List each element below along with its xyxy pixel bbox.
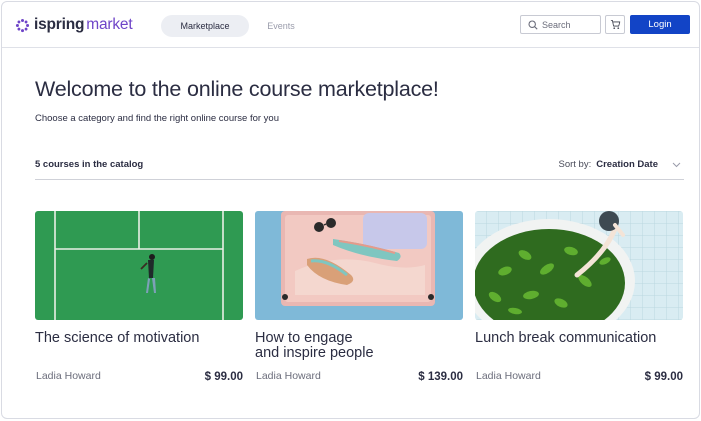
search-icon — [528, 19, 538, 30]
course-author: Ladia Howard — [256, 370, 321, 382]
chevron-down-icon — [672, 162, 681, 167]
course-price: $ 99.00 — [204, 371, 243, 383]
login-button[interactable]: Login — [630, 15, 690, 34]
course-title[interactable]: The science of motivation — [35, 331, 243, 346]
course-title-line: and inspire people — [255, 345, 374, 361]
sort-dropdown[interactable]: Sort by: Creation Date — [558, 159, 681, 170]
cart-button[interactable] — [605, 15, 625, 34]
course-card[interactable]: Lunch break communication Ladia Howard $… — [475, 211, 683, 383]
cart-icon — [610, 19, 620, 29]
course-image[interactable] — [475, 211, 683, 320]
app-window: ispring market Marketplace Events Search… — [1, 1, 700, 419]
sort-label: Sort by: — [558, 159, 592, 170]
logo[interactable]: ispring market — [15, 15, 133, 35]
divider — [35, 179, 684, 180]
course-title-line: How to engage — [255, 330, 353, 346]
course-card[interactable]: The science of motivation Ladia Howard $… — [35, 211, 243, 383]
course-author: Ladia Howard — [476, 370, 541, 382]
tab-marketplace[interactable]: Marketplace — [161, 15, 249, 37]
course-price: $ 139.00 — [418, 371, 463, 383]
top-bar: ispring market Marketplace Events Search… — [2, 2, 699, 48]
plant-pot-photo — [475, 211, 683, 320]
logo-text: ispring — [34, 16, 85, 33]
course-author: Ladia Howard — [36, 370, 101, 382]
course-title[interactable]: Lunch break communication — [475, 331, 683, 346]
sort-value: Creation Date — [596, 159, 658, 170]
logo-accent-text: market — [86, 16, 133, 33]
tennis-court-photo — [35, 211, 243, 320]
course-card[interactable]: How to engage and inspire people Ladia H… — [255, 211, 463, 383]
tab-events[interactable]: Events — [254, 15, 308, 37]
search-input[interactable]: Search — [520, 15, 601, 34]
course-image[interactable] — [35, 211, 243, 320]
page-title: Welcome to the online course marketplace… — [35, 77, 439, 101]
suitcase-photo — [255, 211, 463, 320]
catalog-count: 5 courses in the catalog — [35, 159, 144, 170]
logo-flower-icon — [15, 18, 30, 32]
course-price: $ 99.00 — [644, 371, 683, 383]
page-subtitle: Choose a category and find the right onl… — [35, 113, 279, 124]
search-placeholder: Search — [542, 19, 571, 30]
course-title[interactable]: How to engage and inspire people — [255, 331, 463, 361]
course-image[interactable] — [255, 211, 463, 320]
